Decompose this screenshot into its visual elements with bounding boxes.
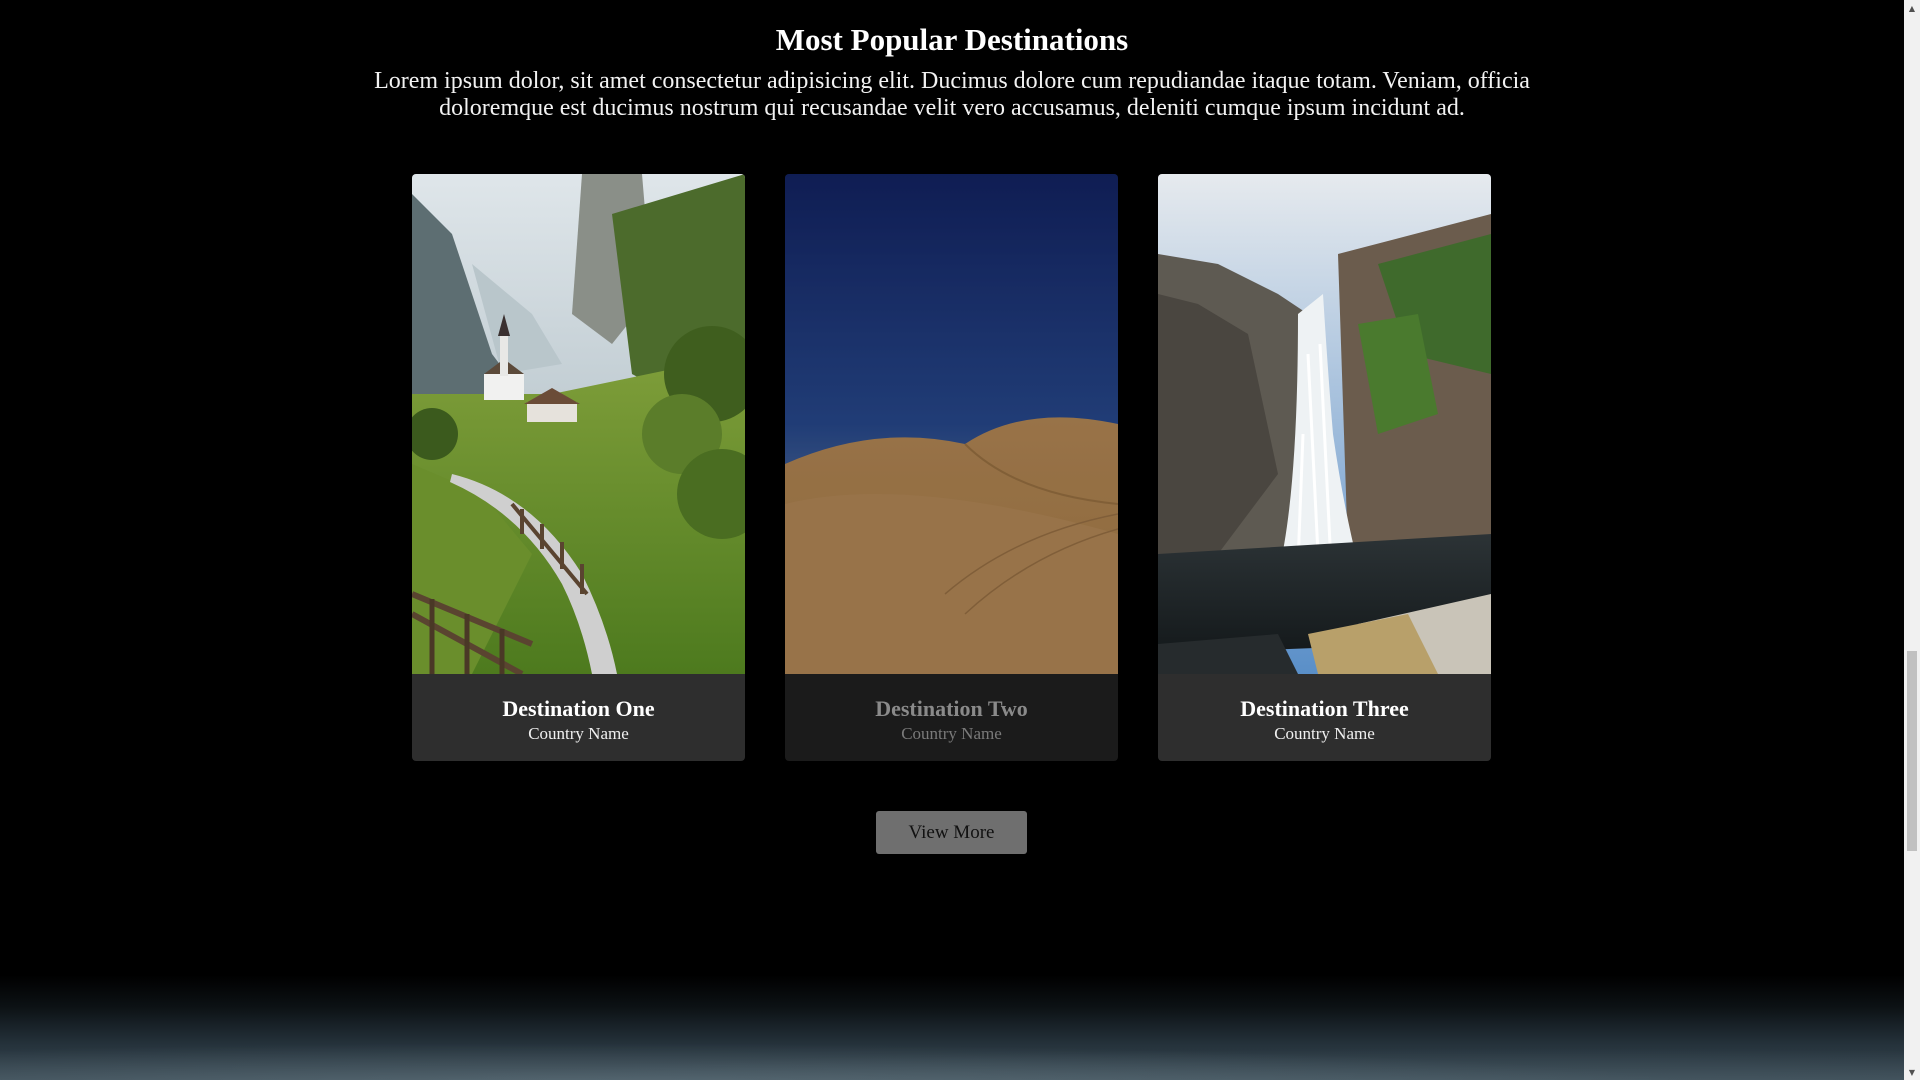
scroll-thumb[interactable] — [1907, 651, 1917, 851]
view-more-button[interactable]: View More — [876, 811, 1027, 854]
vertical-scrollbar[interactable]: ▲ ▼ — [1904, 0, 1920, 1080]
section-description: Lorem ipsum dolor, sit amet consectetur … — [374, 68, 1530, 121]
card-title: Destination Three — [1240, 696, 1409, 721]
destination-image-desert-dunes — [785, 174, 1118, 674]
scroll-up-arrow-icon[interactable]: ▲ — [1904, 0, 1920, 16]
card-title: Destination One — [502, 696, 655, 721]
destination-card-two[interactable]: Destination Two Country Name — [785, 174, 1118, 761]
scroll-down-arrow-icon[interactable]: ▼ — [1904, 1064, 1920, 1080]
card-footer: Destination Three Country Name — [1158, 674, 1491, 761]
main-content: Most Popular Destinations Lorem ipsum do… — [0, 0, 1904, 1080]
section-title: Most Popular Destinations — [775, 22, 1129, 57]
card-subtitle: Country Name — [901, 724, 1002, 743]
card-subtitle: Country Name — [528, 724, 629, 743]
card-footer: Destination Two Country Name — [785, 674, 1118, 761]
card-footer: Destination One Country Name — [412, 674, 745, 761]
page: Most Popular Destinations Lorem ipsum do… — [0, 0, 1920, 1080]
destination-card-three[interactable]: Destination Three Country Name — [1158, 174, 1491, 761]
destination-image-alpine-valley — [412, 174, 745, 674]
card-title: Destination Two — [875, 696, 1028, 721]
card-subtitle: Country Name — [1274, 724, 1375, 743]
destination-card-one[interactable]: Destination One Country Name — [412, 174, 745, 761]
destination-image-waterfall — [1158, 174, 1491, 674]
footer-background-image — [0, 975, 1904, 1080]
